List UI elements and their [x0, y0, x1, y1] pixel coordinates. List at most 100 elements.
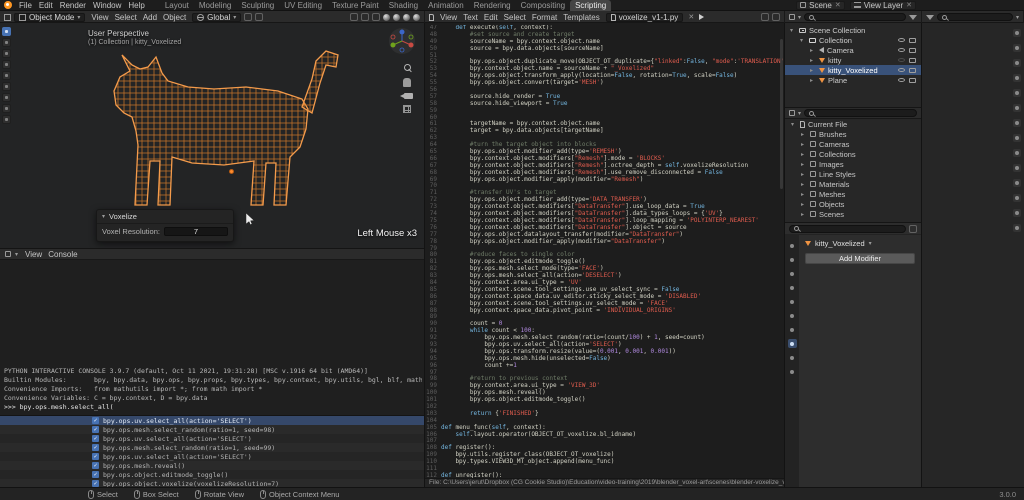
texteditor-menu-templates[interactable]: Templates — [560, 12, 602, 23]
menu-edit[interactable]: Edit — [36, 0, 56, 11]
view-layer-tab-icon[interactable] — [1013, 74, 1021, 82]
display-mode-icon[interactable] — [789, 110, 795, 116]
checkbox-icon[interactable]: ✓ — [92, 444, 99, 451]
disable-in-viewports-icon[interactable] — [909, 38, 916, 43]
disable-in-viewports-icon[interactable] — [909, 58, 916, 63]
outliner[interactable]: ▾Scene Collection▾Collection▸Camera▸kitt… — [785, 23, 922, 107]
rendered-shading-icon[interactable] — [413, 14, 420, 21]
tab-sculpting[interactable]: Sculpting — [236, 0, 279, 11]
texture-tab-icon[interactable] — [1013, 224, 1021, 232]
operator-panel-header[interactable]: ▾ Voxelize — [97, 210, 233, 224]
tool-select-box-icon[interactable] — [2, 38, 11, 47]
blendfile-category-materials[interactable]: ▸Materials — [785, 179, 921, 189]
blendfile-category-meshes[interactable]: ▸Meshes — [785, 189, 921, 199]
properties-editor[interactable]: kitty_Voxelized ▾ Add Modifier — [785, 222, 922, 487]
tool-tab-icon[interactable] — [1013, 29, 1021, 37]
properties-tab-render[interactable] — [788, 255, 797, 264]
info-log-row[interactable]: ✓bpy.ops.object.voxelize(voxelizeResolut… — [0, 479, 424, 487]
disclosure-icon[interactable]: ▸ — [801, 141, 807, 148]
texteditor-menu-format[interactable]: Format — [529, 12, 560, 23]
code-area[interactable]: 47 def execute(self, context):48 #set so… — [425, 25, 784, 478]
info-log-row[interactable]: ✓bpy.ops.uv.select_all(action='SELECT') — [0, 416, 424, 425]
scrollbar[interactable] — [780, 39, 783, 189]
show-gizmo-icon[interactable] — [350, 13, 358, 21]
3d-viewport[interactable]: User Perspective (1) Collection | kitty_… — [0, 23, 425, 248]
material-shading-icon[interactable] — [403, 14, 410, 21]
blendfile-category-objects[interactable]: ▸Objects — [785, 199, 921, 209]
mode-dropdown[interactable]: Object Mode ▾ — [14, 13, 85, 22]
side-panel-search-field[interactable] — [937, 13, 1013, 21]
disable-in-viewports-icon[interactable] — [909, 78, 916, 83]
menu-file[interactable]: File — [16, 0, 35, 11]
disclosure-icon[interactable]: ▸ — [801, 181, 807, 188]
checkbox-icon[interactable]: ✓ — [92, 435, 99, 442]
zoom-icon[interactable] — [403, 63, 412, 72]
proportional-editing-icon[interactable] — [255, 13, 263, 21]
hide-in-viewport-icon[interactable] — [898, 48, 905, 52]
tab-modeling[interactable]: Modeling — [194, 0, 236, 11]
camera-view-icon[interactable] — [404, 93, 413, 99]
blendfile-category-scenes[interactable]: ▸Scenes — [785, 209, 921, 219]
particles-tab-icon[interactable] — [1013, 149, 1021, 157]
blendfile-category-line-styles[interactable]: ▸Line Styles — [785, 169, 921, 179]
blendfile-category-collections[interactable]: ▸Collections — [785, 149, 921, 159]
tab-animation[interactable]: Animation — [423, 0, 469, 11]
python-console[interactable]: ▾ ViewConsole PYTHON INTERACTIVE CONSOLE… — [0, 248, 425, 415]
blendfile-current-file-row[interactable]: ▾Current File — [785, 119, 921, 129]
properties-tab-scene[interactable] — [788, 297, 797, 306]
tool-cursor-icon[interactable] — [2, 49, 11, 58]
tab-texture-paint[interactable]: Texture Paint — [327, 0, 384, 11]
text-datablock-dropdown[interactable]: voxelize_v1-1.py — [606, 13, 684, 22]
blendfile-category-images[interactable]: ▸Images — [785, 159, 921, 169]
outliner-row-plane[interactable]: ▸Plane — [785, 75, 921, 85]
texteditor-menu-text[interactable]: Text — [460, 12, 481, 23]
disclosure-icon[interactable]: ▸ — [801, 151, 807, 158]
tab-layout[interactable]: Layout — [160, 0, 194, 11]
blendfile-outliner[interactable]: ▾ ▾Current File▸Brushes▸Cameras▸Collecti… — [785, 107, 922, 222]
orientation-dropdown[interactable]: Global ▾ — [192, 13, 241, 22]
filter-icon[interactable] — [909, 15, 917, 20]
disclosure-icon[interactable]: ▸ — [801, 191, 807, 198]
checkbox-icon[interactable]: ✓ — [92, 462, 99, 469]
render-tab-icon[interactable] — [1013, 44, 1021, 52]
checkbox-icon[interactable]: ✓ — [92, 426, 99, 433]
tool-tweak-icon[interactable] — [2, 27, 11, 36]
outliner-row-kitty[interactable]: ▸kitty — [785, 55, 921, 65]
checkbox-icon[interactable]: ✓ — [92, 453, 99, 460]
outliner-row-collection[interactable]: ▾Collection — [785, 35, 921, 45]
tool-rotate-icon[interactable] — [2, 71, 11, 80]
outliner-display-mode-icon[interactable] — [789, 14, 795, 20]
tab-rendering[interactable]: Rendering — [469, 0, 516, 11]
constraints-tab-icon[interactable] — [1013, 179, 1021, 187]
solid-shading-icon[interactable] — [393, 14, 400, 21]
tab-shading[interactable]: Shading — [384, 0, 423, 11]
console-output[interactable]: PYTHON INTERACTIVE CONSOLE 3.9.7 (defaul… — [4, 367, 422, 412]
checkbox-icon[interactable]: ✓ — [92, 471, 99, 478]
disclosure-icon[interactable]: ▸ — [801, 161, 807, 168]
console-menu-view[interactable]: View — [22, 249, 45, 260]
checkbox-icon[interactable]: ✓ — [92, 417, 99, 424]
checkbox-icon[interactable]: ✓ — [92, 480, 99, 487]
info-log-row[interactable]: ✓bpy.ops.mesh.reveal() — [0, 461, 424, 470]
move-view-icon[interactable] — [403, 78, 411, 87]
properties-tab-tool[interactable] — [788, 241, 797, 250]
disclosure-icon[interactable]: ▸ — [801, 211, 807, 218]
modifiers-tab-icon[interactable] — [1013, 134, 1021, 142]
properties-tab-material[interactable] — [788, 367, 797, 376]
disclosure-icon[interactable]: ▸ — [810, 77, 816, 84]
properties-tab-view-layer[interactable] — [788, 283, 797, 292]
console-prompt[interactable]: >>> bpy.ops.mesh.select_all( — [4, 403, 422, 412]
outliner-row-camera[interactable]: ▸Camera — [785, 45, 921, 55]
blendfile-category-brushes[interactable]: ▸Brushes — [785, 129, 921, 139]
view-layer-selector[interactable]: View Layer ✕ — [850, 1, 916, 10]
voxelize-operator-panel[interactable]: ▾ Voxelize Voxel Resolution: 7 — [96, 209, 234, 242]
disable-in-viewports-icon[interactable] — [909, 48, 916, 53]
disclosure-icon[interactable]: ▸ — [801, 171, 807, 178]
add-modifier-button[interactable]: Add Modifier — [805, 253, 915, 264]
console-menu-console[interactable]: Console — [45, 249, 80, 260]
disclosure-icon[interactable]: ▸ — [810, 47, 816, 54]
viewport-menu-select[interactable]: Select — [112, 12, 140, 23]
filter-icon[interactable] — [926, 15, 934, 20]
tool-transform-icon[interactable] — [2, 93, 11, 102]
hide-in-viewport-icon[interactable] — [898, 78, 905, 82]
